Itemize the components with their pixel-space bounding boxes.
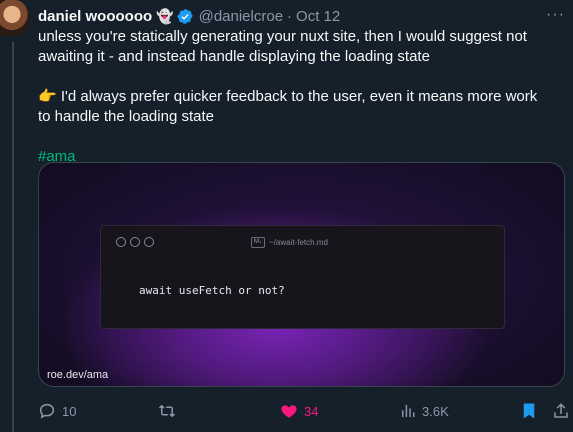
window-dot-icon bbox=[116, 237, 126, 247]
views-count: 3.6K bbox=[422, 403, 449, 419]
window-controls bbox=[116, 237, 154, 247]
share-icon bbox=[552, 402, 570, 420]
markdown-icon: M↓ bbox=[251, 237, 265, 248]
code-text: await useFetch or not? bbox=[139, 284, 285, 297]
retweet-button[interactable] bbox=[158, 400, 182, 422]
separator-dot: · bbox=[287, 7, 293, 25]
ghost-emoji: 👻 bbox=[156, 7, 174, 24]
file-tab: M↓ ~/await-fetch.md bbox=[251, 237, 328, 248]
author-name[interactable]: daniel woooooo bbox=[38, 8, 152, 25]
file-tab-label: ~/await-fetch.md bbox=[269, 238, 328, 247]
reply-icon bbox=[38, 402, 56, 420]
tweet-text: unless you're statically generating your… bbox=[38, 27, 538, 167]
tweet-paragraph-1: unless you're statically generating your… bbox=[38, 28, 527, 65]
heart-icon bbox=[280, 402, 298, 420]
bookmark-button[interactable] bbox=[521, 400, 537, 422]
views-button[interactable]: 3.6K bbox=[400, 400, 449, 422]
author-handle[interactable]: @danielcroe bbox=[199, 8, 283, 25]
tweet-header: daniel woooooo 👻 @danielcroe · Oct 12 bbox=[38, 6, 340, 26]
avatar[interactable] bbox=[0, 0, 30, 36]
like-count: 34 bbox=[304, 403, 319, 419]
verified-badge-icon bbox=[177, 8, 194, 25]
window-dot-icon bbox=[144, 237, 154, 247]
bookmark-icon bbox=[521, 402, 537, 420]
thread-line bbox=[12, 42, 14, 432]
media-caption[interactable]: roe.dev/ama bbox=[47, 369, 108, 381]
views-icon bbox=[400, 403, 416, 419]
reply-count: 10 bbox=[62, 403, 77, 419]
tweet-date[interactable]: Oct 12 bbox=[296, 8, 340, 25]
like-button[interactable]: 34 bbox=[280, 400, 318, 422]
window-dot-icon bbox=[130, 237, 140, 247]
tweet-actions: 10 34 3.6K bbox=[38, 400, 568, 422]
retweet-icon bbox=[158, 402, 176, 420]
media-card[interactable]: M↓ ~/await-fetch.md await useFetch or no… bbox=[38, 162, 565, 387]
tweet-paragraph-2: 👉 I'd always prefer quicker feedback to … bbox=[38, 88, 538, 125]
reply-button[interactable]: 10 bbox=[38, 400, 76, 422]
more-options-icon[interactable]: ··· bbox=[546, 6, 565, 24]
share-button[interactable] bbox=[552, 400, 570, 422]
code-window: M↓ ~/await-fetch.md await useFetch or no… bbox=[100, 225, 505, 329]
